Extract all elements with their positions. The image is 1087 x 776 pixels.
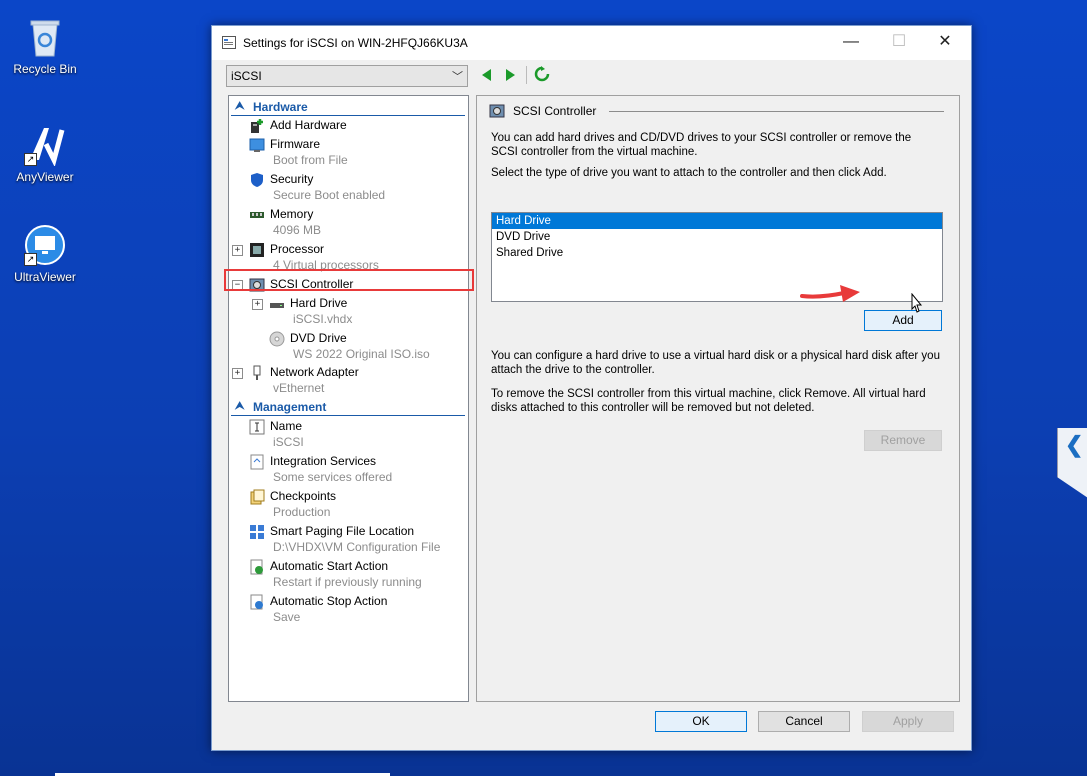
ultraviewer-icon: ↗ bbox=[24, 224, 66, 266]
memory-icon bbox=[250, 212, 264, 218]
add-button[interactable]: Add bbox=[864, 310, 942, 331]
desktop-icon-recycle-bin[interactable]: Recycle Bin bbox=[3, 16, 87, 76]
add-hardware-icon bbox=[251, 119, 263, 133]
processor-icon bbox=[250, 243, 264, 257]
close-button[interactable]: ✕ bbox=[922, 26, 968, 60]
panel-header: SCSI Controller bbox=[489, 103, 944, 119]
shortcut-arrow-icon: ↗ bbox=[24, 253, 37, 266]
tree-item-network-adapter[interactable]: + Network Adapter vEthernet bbox=[229, 363, 467, 397]
mouse-cursor-icon bbox=[911, 293, 923, 313]
checkpoints-icon bbox=[250, 489, 265, 505]
tree-item-checkpoints[interactable]: Checkpoints Production bbox=[229, 487, 467, 521]
tree-item-name[interactable]: Name iSCSI bbox=[229, 417, 467, 451]
annotation-highlight-box bbox=[224, 269, 474, 291]
next-arrow-icon[interactable] bbox=[506, 69, 515, 81]
tree-item-smart-paging[interactable]: Smart Paging File Location D:\VHDX\VM Co… bbox=[229, 522, 467, 556]
remove-info-text: To remove the SCSI controller from this … bbox=[491, 388, 926, 414]
chevron-down-icon: ﹀ bbox=[452, 71, 463, 83]
shield-icon bbox=[251, 173, 263, 187]
firmware-icon bbox=[249, 138, 265, 152]
vm-select-value: iSCSI bbox=[231, 69, 262, 83]
network-adapter-icon bbox=[253, 365, 261, 380]
configure-text: You can configure a hard drive to use a … bbox=[491, 350, 940, 376]
panel-title: SCSI Controller bbox=[513, 104, 597, 118]
integration-services-icon bbox=[250, 454, 264, 470]
tree-item-integration-services[interactable]: Integration Services Some services offer… bbox=[229, 452, 467, 486]
management-section-header[interactable]: ⮝ Management bbox=[231, 399, 465, 416]
list-item[interactable]: Shared Drive bbox=[492, 245, 942, 261]
tree-item-memory[interactable]: Memory 4096 MB bbox=[229, 205, 467, 239]
apply-button[interactable]: Apply bbox=[862, 711, 954, 732]
list-item[interactable]: DVD Drive bbox=[492, 229, 942, 245]
anyviewer-icon: ↗ bbox=[24, 124, 66, 168]
refresh-icon[interactable] bbox=[534, 66, 550, 82]
desktop-icon-label: Recycle Bin bbox=[13, 62, 77, 76]
hard-drive-icon bbox=[270, 303, 284, 308]
toolbar-divider bbox=[526, 66, 527, 84]
tree-item-firmware[interactable]: Firmware Boot from File bbox=[229, 135, 467, 169]
automatic-start-icon bbox=[250, 559, 263, 575]
side-panel-tab[interactable]: ❮ bbox=[1057, 428, 1087, 498]
remove-button[interactable]: Remove bbox=[864, 430, 942, 451]
smart-paging-icon bbox=[250, 525, 264, 539]
tree-item-security[interactable]: Security Secure Boot enabled bbox=[229, 170, 467, 204]
desktop-icon-ultraviewer[interactable]: ↗ UltraViewer bbox=[3, 224, 87, 284]
recycle-bin-icon bbox=[24, 16, 66, 58]
desktop-icon-label: UltraViewer bbox=[14, 270, 76, 284]
desktop-icon-anyviewer[interactable]: ↗ AnyViewer bbox=[3, 124, 87, 184]
collapse-chevron-icon: ⮝ bbox=[235, 100, 245, 112]
dvd-disc-icon bbox=[269, 331, 285, 347]
settings-window-icon bbox=[222, 36, 236, 49]
name-field-icon bbox=[249, 419, 265, 435]
collapse-chevron-icon: ⮝ bbox=[235, 400, 245, 412]
window-title: Settings for iSCSI on WIN-2HFQJ66KU3A bbox=[243, 36, 468, 50]
minimize-button[interactable]: — bbox=[828, 26, 874, 60]
chevron-left-icon: ❮ bbox=[1065, 432, 1084, 457]
maximize-button[interactable]: ☐ bbox=[876, 26, 922, 60]
cancel-button[interactable]: Cancel bbox=[758, 711, 850, 732]
tree-item-automatic-start-action[interactable]: Automatic Start Action Restart if previo… bbox=[229, 557, 467, 591]
expand-plus-icon[interactable]: + bbox=[232, 245, 243, 256]
drive-type-list[interactable]: Hard Drive DVD Drive Shared Drive bbox=[491, 212, 943, 302]
settings-window: Settings for iSCSI on WIN-2HFQJ66KU3A — … bbox=[211, 25, 972, 751]
intro-text: You can add hard drives and CD/DVD drive… bbox=[491, 132, 912, 158]
expand-plus-icon[interactable]: + bbox=[232, 368, 243, 379]
expand-plus-icon[interactable]: + bbox=[252, 299, 263, 310]
tree-item-automatic-stop-action[interactable]: Automatic Stop Action Save bbox=[229, 592, 467, 626]
tree-item-dvd-drive[interactable]: DVD Drive WS 2022 Original ISO.iso bbox=[229, 329, 467, 363]
select-prompt-text: Select the type of drive you want to att… bbox=[491, 167, 887, 179]
settings-tree: ⮝ Hardware Add Hardware Firmware Boot fr… bbox=[228, 95, 469, 702]
tree-item-hard-drive[interactable]: + Hard Drive iSCSI.vhdx bbox=[229, 294, 467, 328]
list-item[interactable]: Hard Drive bbox=[492, 213, 942, 229]
hardware-section-header[interactable]: ⮝ Hardware bbox=[231, 99, 465, 116]
automatic-stop-icon bbox=[250, 594, 263, 610]
scsi-controller-icon bbox=[489, 104, 505, 118]
scsi-controller-panel: SCSI Controller You can add hard drives … bbox=[476, 95, 960, 702]
previous-arrow-icon[interactable] bbox=[482, 69, 491, 81]
title-bar[interactable]: Settings for iSCSI on WIN-2HFQJ66KU3A — … bbox=[212, 26, 971, 60]
vm-select-dropdown[interactable]: iSCSI ﹀ bbox=[226, 65, 468, 87]
ok-button[interactable]: OK bbox=[655, 711, 747, 732]
header-divider bbox=[609, 111, 944, 112]
desktop-icon-label: AnyViewer bbox=[16, 170, 74, 184]
shortcut-arrow-icon: ↗ bbox=[24, 153, 37, 166]
annotation-arrow-icon bbox=[800, 285, 860, 302]
